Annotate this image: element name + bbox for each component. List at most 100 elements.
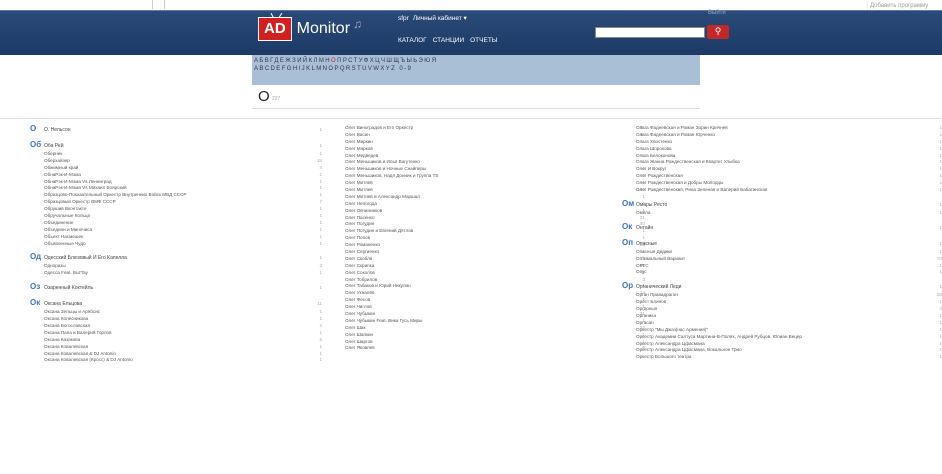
group-header[interactable]: Оп Опасные 1 [622,238,942,248]
artist-row[interactable]: Олег Виноградов и Его Оркестр 31 [345,124,645,131]
artist-name[interactable]: Олег Меньшиков и Илья Вагутенко [345,159,629,164]
artist-row[interactable]: Олег Медведев 2 [345,152,645,159]
artist-row[interactable]: Олег Пасенко 31 [345,214,645,221]
group-header[interactable]: Ок Онтайн 1 [622,222,942,232]
artist-row[interactable]: Обручальные Кольца 1 [30,212,322,219]
artist-row[interactable]: Оптимальный Вариант 73 [622,255,942,262]
artist-row[interactable]: Ольга Фадеевская и Роман Юрченко 1 [622,131,942,138]
artist-row[interactable]: Одесса Feat. BuzTay 1 [30,269,322,276]
cyrillic-alphabet[interactable]: АБВГДЕЖЗИЙКЛМНОПРСТУФХЦЧШЩЪЫЬЭЮЯ [252,58,700,64]
artist-name[interactable]: ОбнаРэк-И-Мэма Vs Михаил Боярский [30,185,306,190]
artist-name[interactable]: Образцовый Оркестр ВМФ СССР [30,199,306,204]
artist-row[interactable]: Олег Тобрилов 3 [345,276,645,283]
artist-row[interactable]: Образцово-Показательный Оркестр Внутренн… [30,191,322,198]
artist-row[interactable]: Оксана Ковалевская (Кросс) & DJ Antonio 1 [30,356,322,363]
artist-row[interactable]: Оксана Богословская 2 [30,322,322,329]
artist-name[interactable]: Олег Непогода [345,201,629,206]
artist-name[interactable]: Ольга Фадеевская и Роман Зорин Кричнев [622,125,926,130]
artist-row[interactable]: Олег Меньшиков, Надя Донник и Группа TS 1 [345,172,645,179]
logout-link[interactable]: Выйти [708,10,726,16]
artist-row[interactable]: Оксана Ковалевская & DJ Antonio 1 [30,350,322,357]
artist-name[interactable]: Опус [622,269,926,274]
artist-row[interactable]: Олег Погудин и Евгений Дятлов 1 [345,227,645,234]
search-input[interactable] [595,27,705,38]
artist-row[interactable]: Олег Чубыкин Feat. Вика Гусь Миры 1 [345,317,645,324]
artist-row[interactable]: Оксана Зельцы и Арябсис 1 [30,308,322,315]
artist-row[interactable]: Олег Маркин 1 [345,138,645,145]
artist-name[interactable]: Оркестр Большого театра [622,354,926,359]
artist-name[interactable]: Олег Погудин и Евгений Дятлов [345,228,629,233]
artist-name[interactable]: Олег Виноградов и Его Оркестр [345,125,629,130]
artist-name[interactable]: Оптимальный Вариант [622,256,926,261]
artist-row[interactable]: Оргасан 1 [622,319,942,326]
artist-row[interactable]: Олег Попов 1 [345,234,645,241]
artist-row[interactable]: Одноразы 3 [30,262,322,269]
artist-row[interactable]: Оксана Ковалевская 1 [30,343,322,350]
artist-row[interactable]: Олег Меньшиков и Ночные Снайперы 1 [345,165,645,172]
artist-name[interactable]: Олег Рождественская, Рина Зеленая и Вале… [622,187,926,192]
artist-name[interactable]: Оксана Зельцы и Арябсис [30,309,306,314]
artist-row[interactable]: ОРТС 1 [622,262,942,269]
artist-name[interactable]: Олег Шак [345,325,629,330]
group-header[interactable]: Од Одесский Блюзовый И Его Капелла 1 [30,252,322,262]
artist-row[interactable]: Олег Скрипка 15 [345,262,645,269]
artist-name[interactable]: Олег Чиглов [345,304,629,309]
artist-name[interactable]: Органика [622,313,926,318]
username[interactable]: sfpr [398,15,409,22]
artist-name[interactable]: Оксана Казакова [30,337,306,342]
artist-name[interactable]: Оберхайзер [30,158,306,163]
artist-name[interactable]: Олег Шаргов [345,339,629,344]
artist-name[interactable]: Олег Рождественская и Добры Молодцы [622,180,926,185]
artist-name[interactable]: Олег Меньшиков и Ночные Снайперы [345,166,629,171]
artist-name[interactable]: Олег Скобля [345,256,629,261]
artist-name[interactable]: Олег Марков [345,146,629,151]
artist-name[interactable]: Омела [622,210,926,215]
artist-name[interactable]: Олег Скрипка [345,263,629,268]
artist-row[interactable]: Олег Соколов 1 [345,269,645,276]
artist-name[interactable]: Олег Чубыкин Feat. Вика Гусь Миры [345,318,629,323]
group-header[interactable]: Ок Оксана Ельцова 11 [30,298,322,308]
artist-name[interactable]: Опасные Дедики [622,249,926,254]
nav-catalog[interactable]: КАТАЛОГ [398,37,427,44]
artist-name[interactable]: Олег Романенко [345,242,629,247]
artist-row[interactable]: Олег Чиглов 1 [345,303,645,310]
artist-name[interactable]: Образцово-Показательный Оркестр Внутренн… [30,192,306,197]
artist-name[interactable]: Олег Васин [345,132,629,137]
artist-row[interactable]: Олег Митяев 1 [345,179,645,186]
artist-row[interactable]: Оргдоныя 3 [622,305,942,312]
artist-name[interactable]: Олег Медведев [345,153,629,158]
artist-row[interactable]: Объект Насмешек 1 [30,233,322,240]
artist-name[interactable]: Одесский Блюзовый И Его Капелла [44,255,306,261]
artist-name[interactable]: Омары Ресто [636,202,926,208]
artist-row[interactable]: Ольга Фадеевская и Роман Зорин Кричнев 1 [622,124,942,131]
artist-row[interactable]: Ольга Белоконова 1 [622,152,942,159]
artist-name[interactable]: Олег Сергиенко [345,249,629,254]
group-header[interactable]: О О. Нельсон 1 [30,124,322,134]
group-header[interactable]: Об Оба Рей 1 [30,140,322,150]
artist-name[interactable]: Олег Меньшиков, Надя Донник и Группа TS [345,173,629,178]
artist-row[interactable]: Ольга Жанна Рождественская и Квартет Улы… [622,158,942,165]
artist-name[interactable]: Одноразы [30,263,306,268]
artist-row[interactable]: Олег И Вокруг 1 [622,165,942,172]
artist-name[interactable]: Органический Леди [636,284,926,290]
nav-reports[interactable]: ОТЧЕТЫ [470,37,497,44]
group-header[interactable]: Ор Органический Леди 1 [622,281,942,291]
artist-row[interactable]: Олег Скобля 3 [345,255,645,262]
artist-row[interactable]: Олег Марков 1 [345,145,645,152]
artist-row[interactable]: ОбнаРэк-И-Мэма 1 [30,171,322,178]
artist-row[interactable]: Олег Непогода 1 [345,200,645,207]
artist-row[interactable]: Объединение 1 [30,219,322,226]
artist-name[interactable]: Олег Попов [345,235,629,240]
artist-name[interactable]: Олег Табаков и Юрий Никулин [345,283,629,288]
artist-name[interactable]: Оркестр Александра Цфасмана [622,341,926,346]
artist-row[interactable]: Орган Правадрагон 28 [622,291,942,298]
artist-name[interactable]: Орест Блинов [622,299,926,304]
artist-name[interactable]: Оксана Папа и Валерий Горлов [30,330,306,335]
alphabet-letter[interactable]: 9 [407,66,412,72]
artist-row[interactable]: ОбнаРэк-И-Мэма Vs Михаил Боярский 1 [30,184,322,191]
artist-row[interactable]: Олег Яковлев 5 [345,345,645,352]
artist-row[interactable]: Олег Табаков и Юрий Никулин 1 [345,282,645,289]
artist-row[interactable]: Оркестр Академии Салтуса Мартина-В-Полях… [622,333,942,340]
artist-name[interactable]: ОбнаРэк-И-Мэма [30,172,306,177]
artist-name[interactable]: Олег Овчинников [345,208,629,213]
